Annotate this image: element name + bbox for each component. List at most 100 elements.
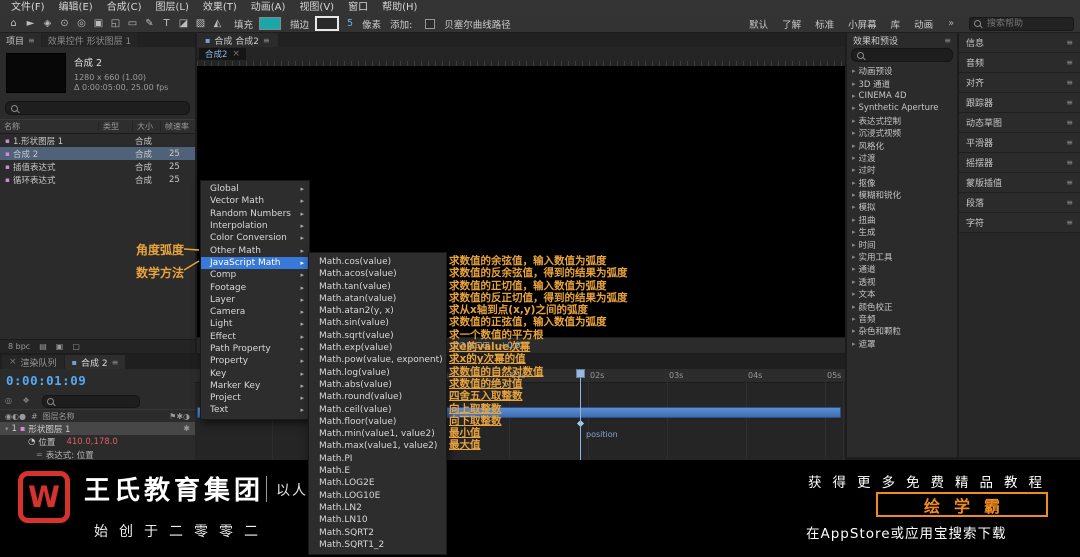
panel-menu-icon[interactable]: ≡ — [1066, 198, 1073, 207]
math-function-item[interactable]: Math.atan2(y, x) — [309, 305, 446, 317]
position-property-row[interactable]: ◔ 位置 410.0,178.0 — [0, 435, 195, 448]
close-icon[interactable]: × — [9, 357, 17, 367]
workspace-button[interactable]: 标准 — [809, 16, 840, 32]
twirl-icon[interactable]: ▸ — [852, 142, 856, 150]
math-function-item[interactable]: Math.atan(value) — [309, 293, 446, 305]
new-folder-icon[interactable]: ▤ — [39, 342, 47, 351]
layer-name[interactable]: 形状图层 1 — [28, 423, 70, 435]
selection-tool-icon[interactable]: ► — [23, 18, 38, 29]
dock-panel-tab[interactable]: 动态草图 ≡ — [959, 113, 1080, 133]
twirl-icon[interactable]: ▸ — [852, 203, 856, 211]
home-tool-icon[interactable]: ⌂ — [6, 18, 21, 29]
effect-category[interactable]: ▸ 杂色和颗粒 — [847, 325, 957, 337]
position-value[interactable]: 410.0,178.0 — [66, 437, 117, 447]
expression-menu-item[interactable]: Project ▸ — [201, 392, 309, 404]
expression-menu-item[interactable]: Layer ▸ — [201, 294, 309, 306]
math-function-item[interactable]: Math.PI — [309, 453, 446, 465]
expression-menu-item[interactable]: Random Numbers ▸ — [201, 208, 309, 220]
panel-menu-icon[interactable]: ≡ — [944, 36, 951, 45]
twirl-icon[interactable]: ▸ — [852, 80, 856, 88]
effect-category[interactable]: ▸ 3D 通道 — [847, 77, 957, 89]
close-icon[interactable]: × — [232, 49, 240, 59]
column-header[interactable]: 帧速率 — [161, 121, 195, 132]
workspace-button[interactable]: 库 — [885, 16, 907, 32]
bezier-path-checkbox[interactable] — [425, 19, 435, 29]
twirl-icon[interactable]: ▸ — [852, 241, 856, 249]
effect-category[interactable]: ▸ 抠像 — [847, 177, 957, 189]
composition-mini-flowchart-icon[interactable]: ◎ ❖ — [5, 396, 34, 405]
expression-menu-item[interactable]: Interpolation ▸ — [201, 220, 309, 232]
tab-render-queue[interactable]: ×渲染队列 — [2, 355, 64, 369]
twirl-icon[interactable]: ▸ — [852, 303, 856, 311]
tab-timeline-comp[interactable]: ▪合成 2≡ — [65, 355, 126, 369]
effect-category[interactable]: ▸ 颜色校正 — [847, 300, 957, 312]
effect-category[interactable]: ▸ 实用工具 — [847, 251, 957, 263]
math-function-item[interactable]: Math.ceil(value) — [309, 404, 446, 416]
math-function-item[interactable]: Math.round(value) — [309, 391, 446, 403]
menubar-item[interactable]: 帮助(H) — [375, 0, 424, 15]
effect-category[interactable]: ▸ 生成 — [847, 226, 957, 238]
effect-category[interactable]: ▸ 模拟 — [847, 201, 957, 213]
dock-panel-tab[interactable]: 摇摆器 ≡ — [959, 153, 1080, 173]
math-function-item[interactable]: Math.max(value1, value2) — [309, 440, 446, 452]
twirl-icon[interactable]: ▸ — [852, 253, 856, 261]
menubar-item[interactable]: 文件(F) — [4, 0, 52, 15]
expression-menu-item[interactable]: Key ▸ — [201, 367, 309, 379]
dock-panel-tab[interactable]: 对齐 ≡ — [959, 73, 1080, 93]
twirl-icon[interactable]: ▸ — [852, 216, 856, 224]
twirl-icon[interactable]: ▸ — [852, 191, 856, 199]
math-function-item[interactable]: Math.LOG2E — [309, 477, 446, 489]
effect-category[interactable]: ▸ 文本 — [847, 288, 957, 300]
dock-panel-tab[interactable]: 平滑器 ≡ — [959, 133, 1080, 153]
column-header[interactable]: 名称 — [0, 121, 99, 132]
effect-category[interactable]: ▸ 扭曲 — [847, 214, 957, 226]
math-function-item[interactable]: Math.tan(value) — [309, 281, 446, 293]
expression-menu-item[interactable]: Footage ▸ — [201, 281, 309, 293]
math-function-item[interactable]: Math.SQRT1_2 — [309, 539, 446, 551]
effect-category[interactable]: ▸ Synthetic Aperture — [847, 102, 957, 114]
menubar-item[interactable]: 动画(A) — [244, 0, 293, 15]
comp-thumbnail[interactable] — [6, 53, 66, 93]
twirl-icon[interactable]: ▸ — [852, 290, 856, 298]
stopwatch-icon[interactable]: ◔ — [28, 437, 35, 447]
expression-menu-item[interactable]: Property ▸ — [201, 355, 309, 367]
dock-panel-tab[interactable]: 信息 ≡ — [959, 33, 1080, 53]
expression-menu-item[interactable]: Camera ▸ — [201, 306, 309, 318]
column-header[interactable]: 大小 — [133, 121, 161, 132]
expression-menu-item[interactable]: Comp ▸ — [201, 269, 309, 281]
layer-switches-icon[interactable]: ✱ — [183, 424, 190, 433]
help-search[interactable] — [969, 17, 1074, 31]
effects-search[interactable] — [851, 48, 953, 62]
math-function-item[interactable]: Math.E — [309, 465, 446, 477]
panel-menu-icon[interactable]: ≡ — [1066, 98, 1073, 107]
effect-category[interactable]: ▸ 音频 — [847, 313, 957, 325]
project-row[interactable]: ▪ 循环表达式 合成 25 — [0, 173, 195, 186]
tab-composition[interactable]: ▪ 合成 合成2 ≡ — [197, 33, 278, 47]
menubar-item[interactable]: 窗口 — [341, 0, 375, 15]
twirl-icon[interactable]: ▸ — [852, 166, 856, 174]
panel-menu-icon[interactable]: ≡ — [1066, 58, 1073, 67]
twirl-icon[interactable]: ▸ — [852, 340, 856, 348]
effect-category[interactable]: ▸ 遮罩 — [847, 338, 957, 350]
help-search-input[interactable] — [985, 18, 1059, 30]
dock-panel-tab[interactable]: 字符 ≡ — [959, 213, 1080, 233]
current-time-display[interactable]: 0:00:01:09 — [6, 373, 86, 388]
twirl-icon[interactable]: ▸ — [852, 104, 856, 112]
panel-menu-icon[interactable]: ≡ — [28, 36, 35, 45]
panel-menu-icon[interactable]: ≡ — [1066, 78, 1073, 87]
math-function-item[interactable]: Math.sin(value) — [309, 317, 446, 329]
panel-menu-icon[interactable]: ≡ — [1066, 38, 1073, 47]
menubar-item[interactable]: 视图(V) — [292, 0, 341, 15]
fill-label[interactable]: 填充 — [234, 17, 253, 31]
expression-menu-item[interactable]: Color Conversion ▸ — [201, 232, 309, 244]
effect-category[interactable]: ▸ 风格化 — [847, 139, 957, 151]
panel-menu-icon[interactable]: ≡ — [1066, 118, 1073, 127]
twirl-icon[interactable]: ▾ — [5, 425, 9, 433]
twirl-icon[interactable]: ▸ — [852, 327, 856, 335]
panel-menu-icon[interactable]: ≡ — [1066, 138, 1073, 147]
project-row[interactable]: ▪ 1.形状图层 1 合成 — [0, 134, 195, 147]
stroke-width-value[interactable]: 5 — [347, 18, 353, 29]
panel-menu-icon[interactable]: ≡ — [1066, 158, 1073, 167]
menubar-item[interactable]: 编辑(E) — [52, 0, 100, 15]
expression-menu-item[interactable]: JavaScript Math ▸ — [201, 257, 309, 269]
